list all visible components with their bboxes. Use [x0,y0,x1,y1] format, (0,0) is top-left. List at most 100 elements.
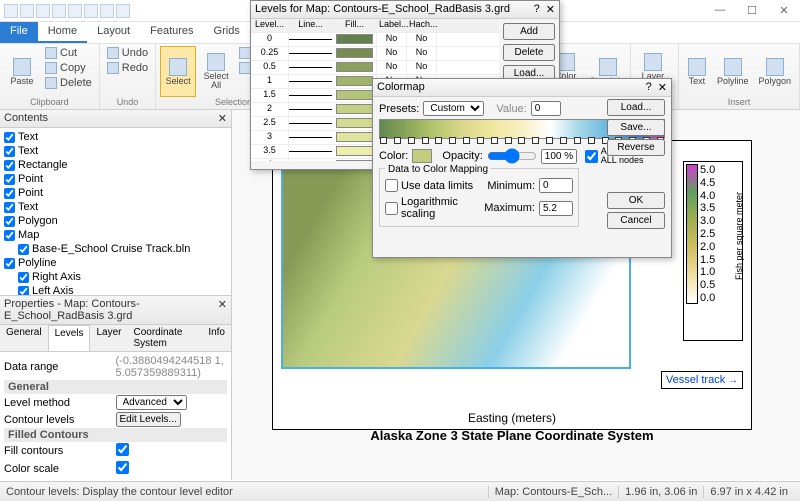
cut-button[interactable]: Cut [42,46,95,60]
contents-tree[interactable]: TextTextRectanglePointPointTextPolygonMa… [0,128,231,295]
qat-icon[interactable] [52,4,66,18]
color-legend[interactable]: 5.04.54.03.53.02.52.01.51.00.50.0 Fish p… [683,161,743,341]
tree-item[interactable]: Text [4,200,227,214]
qat-icon[interactable] [100,4,114,18]
qat-icon[interactable] [84,4,98,18]
tab-features[interactable]: Features [140,22,203,43]
tree-item[interactable]: Map [4,228,227,242]
status-message: Contour levels: Display the contour leve… [6,486,233,498]
tree-item[interactable]: Text [4,144,227,158]
copy-button[interactable]: Copy [42,61,95,75]
undo-icon [107,47,119,59]
tab-grids[interactable]: Grids [204,22,250,43]
select-all-button[interactable]: Select All [198,46,234,97]
contour-levels-label: Contour levels [4,414,116,426]
log-scaling-label: Logarithmic scaling [401,196,480,220]
level-row[interactable]: 0.5NoNo [251,61,499,75]
tree-item[interactable]: Polygon [4,214,227,228]
fill-contours-label: Fill contours [4,445,116,457]
status-size: 6.97 in x 4.42 in [703,486,794,498]
qat-icon[interactable] [20,4,34,18]
qat-icon[interactable] [68,4,82,18]
select-button[interactable]: Select [160,46,196,97]
opacity-input[interactable] [541,149,577,164]
help-icon[interactable]: ? [534,3,540,16]
help-icon[interactable]: ? [646,81,652,94]
qat-icon[interactable] [116,4,130,18]
tree-item[interactable]: Polyline [4,256,227,270]
col-fill[interactable]: Fill... [333,19,377,32]
insert-text-button[interactable]: Text [683,46,711,97]
min-input[interactable] [539,178,573,193]
col-hatch[interactable]: Hach... [407,19,437,32]
legend-bar [686,164,698,304]
cm-reverse-button[interactable]: Reverse [607,139,665,156]
mapping-group-title: Data to Color Mapping [385,164,491,175]
delete-button[interactable]: Delete [42,76,95,90]
col-label[interactable]: Label... [377,19,407,32]
cm-load-button[interactable]: Load... [607,99,665,116]
use-data-limits-checkbox[interactable] [385,179,398,192]
log-scaling-checkbox[interactable] [385,202,398,215]
x-axis-label: Easting (meters) [273,411,751,425]
tab-info[interactable]: Info [202,325,231,351]
section-filled: Filled Contours [4,428,227,442]
panel-close-icon[interactable]: ✕ [218,112,227,125]
col-level[interactable]: Level... [251,19,289,32]
tab-coordsys[interactable]: Coordinate System [128,325,203,351]
paste-button[interactable]: Paste [4,46,40,97]
max-input[interactable] [539,201,573,216]
tab-general[interactable]: General [0,325,48,351]
tree-item[interactable]: Point [4,172,227,186]
close-icon[interactable]: ✕ [658,81,667,94]
level-method-label: Level method [4,397,116,409]
close-button[interactable]: ✕ [772,4,796,17]
cm-save-button[interactable]: Save... [607,119,665,136]
level-row[interactable]: 0.25NoNo [251,47,499,61]
color-swatch[interactable] [412,149,432,163]
vessel-track-label: Vessel track → [661,371,743,389]
tree-item[interactable]: Rectangle [4,158,227,172]
apply-opacity-checkbox[interactable] [585,150,598,163]
level-row[interactable]: 0NoNo [251,33,499,47]
undo-button[interactable]: Undo [104,46,151,60]
edit-levels-button[interactable]: Edit Levels... [116,412,181,427]
opacity-slider[interactable] [487,148,537,164]
color-scale-checkbox[interactable] [116,461,129,474]
add-level-button[interactable]: Add [503,23,555,40]
tab-layer[interactable]: Layer [90,325,127,351]
presets-label: Presets: [379,103,419,115]
panel-close-icon[interactable]: ✕ [218,298,227,322]
maximize-button[interactable]: ☐ [740,4,764,17]
cm-cancel-button[interactable]: Cancel [607,212,665,229]
specialty-icon [599,58,617,76]
level-method-select[interactable]: Advanced [116,395,187,410]
cm-ok-button[interactable]: OK [607,192,665,209]
cursor-icon [169,58,187,76]
polygon-icon [766,58,784,76]
legend-tick: 5.0 [700,164,740,176]
insert-polygon-button[interactable]: Polygon [754,46,795,97]
status-doc: Map: Contours-E_Sch... [488,486,618,498]
qat-icon[interactable] [4,4,18,18]
tab-file[interactable]: File [0,22,38,43]
tab-home[interactable]: Home [38,22,87,43]
tree-item[interactable]: Base-E_School Cruise Track.bln [4,242,227,256]
tree-item[interactable]: Text [4,130,227,144]
tree-item[interactable]: Right Axis [4,270,227,284]
delete-level-button[interactable]: Delete [503,44,555,61]
insert-polyline-button[interactable]: Polyline [713,46,753,97]
value-input[interactable] [531,101,561,116]
delete-icon [45,77,57,89]
col-line[interactable]: Line... [289,19,333,32]
tab-levels[interactable]: Levels [48,325,91,351]
redo-button[interactable]: Redo [104,61,151,75]
presets-select[interactable]: Custom [423,101,484,116]
tab-layout[interactable]: Layout [87,22,140,43]
fill-contours-checkbox[interactable] [116,443,129,456]
qat-icon[interactable] [36,4,50,18]
minimize-button[interactable]: — [708,4,732,17]
close-icon[interactable]: ✕ [546,3,555,16]
tree-item[interactable]: Left Axis [4,284,227,295]
tree-item[interactable]: Point [4,186,227,200]
